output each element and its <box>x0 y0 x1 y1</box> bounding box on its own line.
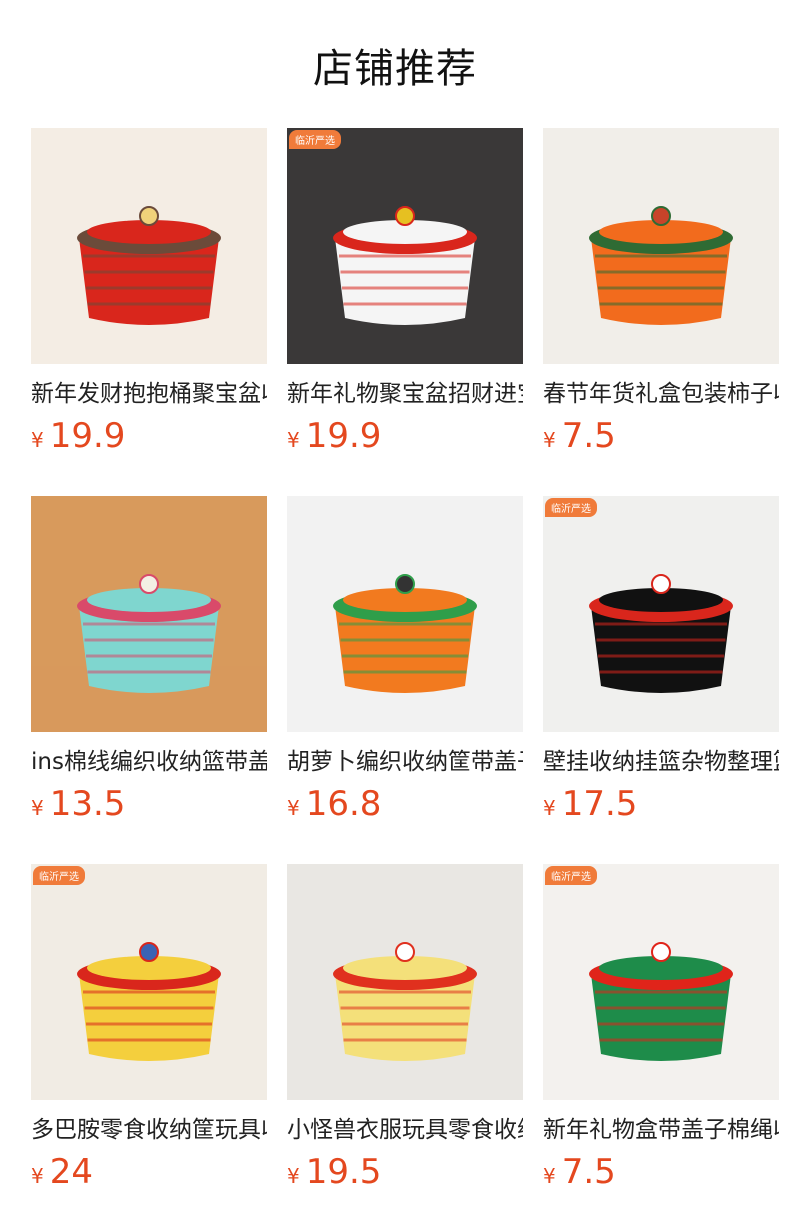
product-name[interactable]: 多巴胺零食收纳筐玩具收纳篮 <box>31 1114 267 1146</box>
basket-illustration <box>543 128 779 364</box>
currency-symbol: ¥ <box>31 1164 44 1188</box>
basket-illustration <box>31 496 267 732</box>
currency-symbol: ¥ <box>287 428 300 452</box>
store-badge: 临沂严选 <box>545 866 597 885</box>
product-image[interactable] <box>543 128 779 364</box>
product-image[interactable] <box>31 496 267 732</box>
basket-illustration <box>287 864 523 1100</box>
product-image[interactable] <box>287 496 523 732</box>
currency-symbol: ¥ <box>543 428 556 452</box>
product-image[interactable]: 临沂严选 <box>287 128 523 364</box>
product-card[interactable]: 临沂严选新年礼物聚宝盆招财进宝收纳盆 ¥19.9 <box>287 128 523 458</box>
product-name[interactable]: 小怪兽衣服玩具零食收纳筐 <box>287 1114 523 1146</box>
product-name[interactable]: 胡萝卜编织收纳筐带盖子收纳盒 <box>287 746 523 778</box>
product-price: ¥19.5 <box>287 1152 523 1198</box>
product-price: ¥19.9 <box>31 416 267 462</box>
product-image[interactable]: 临沂严选 <box>543 496 779 732</box>
product-card[interactable]: 春节年货礼盒包装柿子收纳篮 ¥7.5 <box>543 128 779 458</box>
product-card[interactable]: 临沂严选多巴胺零食收纳筐玩具收纳篮 ¥24 <box>31 864 267 1194</box>
product-image[interactable] <box>31 128 267 364</box>
product-name[interactable]: 新年发财抱抱桶聚宝盆收纳桶 <box>31 378 267 410</box>
basket-illustration <box>287 496 523 732</box>
product-card[interactable]: 临沂严选新年礼物盒带盖子棉绳收纳篮 ¥7.5 <box>543 864 779 1194</box>
product-name[interactable]: 春节年货礼盒包装柿子收纳篮 <box>543 378 779 410</box>
currency-symbol: ¥ <box>287 796 300 820</box>
price-value: 19.9 <box>49 416 126 456</box>
product-card[interactable]: 临沂严选壁挂收纳挂篮杂物整理篮 ¥17.5 <box>543 496 779 826</box>
price-value: 17.5 <box>561 784 638 824</box>
product-name[interactable]: ins棉线编织收纳篮带盖子 <box>31 746 267 778</box>
product-price: ¥24 <box>31 1152 267 1198</box>
store-badge: 临沂严选 <box>545 498 597 517</box>
price-value: 7.5 <box>561 416 616 456</box>
price-value: 7.5 <box>561 1152 616 1192</box>
product-name[interactable]: 新年礼物聚宝盆招财进宝收纳盆 <box>287 378 523 410</box>
product-card[interactable]: 新年发财抱抱桶聚宝盆收纳桶 ¥19.9 <box>31 128 267 458</box>
product-card[interactable]: 小怪兽衣服玩具零食收纳筐 ¥19.5 <box>287 864 523 1194</box>
store-badge: 临沂严选 <box>289 130 341 149</box>
product-price: ¥7.5 <box>543 416 779 462</box>
basket-illustration <box>31 864 267 1100</box>
product-image[interactable]: 临沂严选 <box>543 864 779 1100</box>
product-price: ¥7.5 <box>543 1152 779 1198</box>
basket-illustration <box>31 128 267 364</box>
currency-symbol: ¥ <box>31 428 44 452</box>
price-value: 16.8 <box>305 784 382 824</box>
product-price: ¥16.8 <box>287 784 523 830</box>
product-name[interactable]: 壁挂收纳挂篮杂物整理篮 <box>543 746 779 778</box>
price-value: 13.5 <box>49 784 126 824</box>
basket-illustration <box>543 864 779 1100</box>
basket-illustration <box>543 496 779 732</box>
product-price: ¥13.5 <box>31 784 267 830</box>
shop-recommend-page: 店铺推荐 新年发财抱抱桶聚宝盆收纳桶¥19.9临沂严选新年礼物聚宝盆招财进宝收纳… <box>0 0 790 1232</box>
product-name[interactable]: 新年礼物盒带盖子棉绳收纳篮 <box>543 1114 779 1146</box>
price-value: 24 <box>49 1152 93 1192</box>
product-image[interactable] <box>287 864 523 1100</box>
product-image[interactable]: 临沂严选 <box>31 864 267 1100</box>
currency-symbol: ¥ <box>31 796 44 820</box>
currency-symbol: ¥ <box>543 796 556 820</box>
page-title: 店铺推荐 <box>313 46 477 92</box>
price-value: 19.5 <box>305 1152 382 1192</box>
product-card[interactable]: ins棉线编织收纳篮带盖子 ¥13.5 <box>31 496 267 826</box>
product-price: ¥17.5 <box>543 784 779 830</box>
price-value: 19.9 <box>305 416 382 456</box>
product-card[interactable]: 胡萝卜编织收纳筐带盖子收纳盒 ¥16.8 <box>287 496 523 826</box>
store-badge: 临沂严选 <box>33 866 85 885</box>
currency-symbol: ¥ <box>543 1164 556 1188</box>
currency-symbol: ¥ <box>287 1164 300 1188</box>
basket-illustration <box>287 128 523 364</box>
product-price: ¥19.9 <box>287 416 523 462</box>
